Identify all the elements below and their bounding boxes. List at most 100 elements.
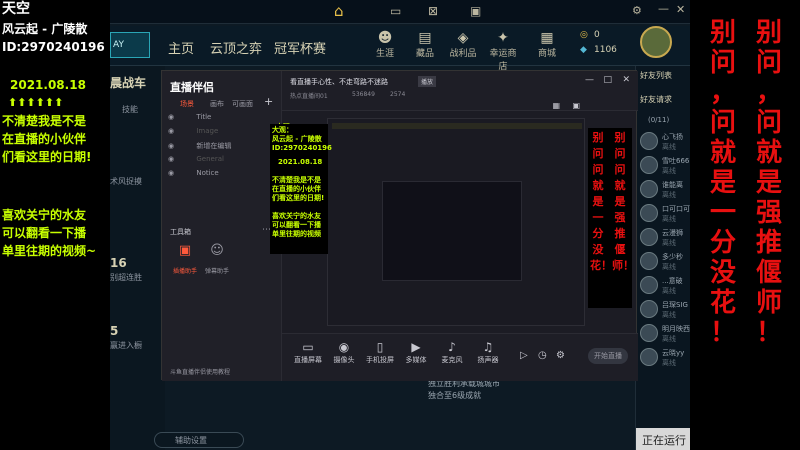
friends-header: 好友列表 bbox=[640, 71, 672, 80]
friend-avatar bbox=[640, 228, 658, 246]
left-num-1: 16 bbox=[110, 256, 127, 270]
video-icon[interactable]: ▣ bbox=[470, 4, 481, 18]
scene-item[interactable]: ◉ Title bbox=[168, 113, 276, 127]
tab-scenes[interactable]: 场景 bbox=[180, 99, 194, 109]
rp-amount: 0 bbox=[594, 30, 600, 40]
layout-icon[interactable]: ▦ bbox=[552, 101, 560, 110]
friend-name: 心飞扬 bbox=[662, 133, 683, 141]
left-text-overlay: 天空 风云起 - 广陵散 ID:2970240196 2021.08.18 ⬆⬆… bbox=[0, 0, 110, 450]
scene-item[interactable]: ◉ Notice bbox=[168, 169, 276, 183]
start-stream-button[interactable]: 开始直播 bbox=[588, 348, 628, 364]
friend-row[interactable]: ...意破 离线 bbox=[640, 276, 690, 298]
left-num-2: 5 bbox=[110, 324, 119, 338]
scene-item[interactable]: ◉ General bbox=[168, 155, 276, 169]
red-char: 分 bbox=[709, 228, 736, 258]
eye-icon: ◉ bbox=[168, 142, 175, 150]
grid-icon[interactable]: ▣ bbox=[572, 101, 580, 110]
friend-row[interactable]: 吕琛SIG 离线 bbox=[640, 300, 690, 322]
tab-sources[interactable]: 可画面 bbox=[232, 99, 253, 109]
inner-line-8: 喜欢关宁的水友 bbox=[272, 212, 321, 220]
friend-row[interactable]: 谁能离 离线 bbox=[640, 180, 690, 202]
inner-gold-bar bbox=[332, 123, 582, 129]
settings-icon[interactable]: ⚙ bbox=[556, 350, 565, 361]
stream-meta-2: 536849 bbox=[352, 91, 375, 98]
tool-screen[interactable]: ▭ 直播屏幕 bbox=[290, 340, 326, 365]
red-char: 问 bbox=[709, 48, 736, 78]
friend-name: 多少秒 bbox=[662, 253, 683, 261]
friend-name: 云漫狮 bbox=[662, 229, 683, 237]
left-note-3: 赢进入橱 bbox=[110, 341, 142, 350]
friend-avatar bbox=[640, 204, 658, 222]
assist-settings-button[interactable]: 辅助设置 bbox=[154, 432, 244, 448]
microphone-icon: ♪ bbox=[448, 340, 456, 354]
bottom-text-2: 独合至6级成就 bbox=[428, 391, 482, 400]
gift-icon[interactable]: ⊠ bbox=[428, 4, 438, 18]
lucky-shop-icon: ✦ bbox=[497, 30, 509, 46]
nav-tft[interactable]: 云顶之弈 bbox=[210, 38, 262, 57]
nav-lucky-shop[interactable]: ✦ 幸运商店 bbox=[488, 30, 518, 72]
nav-home[interactable]: 主页 bbox=[168, 38, 194, 57]
minimize-icon[interactable]: — bbox=[585, 75, 594, 85]
inbox-icon[interactable]: ▭ bbox=[390, 4, 401, 18]
add-scene-icon[interactable]: + bbox=[264, 95, 273, 108]
friend-row[interactable]: 口可口可 离线 bbox=[640, 204, 690, 226]
mode-title: 晨战车 bbox=[110, 76, 147, 90]
tool-camera[interactable]: ◉ 摄像头 bbox=[326, 340, 362, 365]
tool-danmu[interactable]: ☺ 弹幕助手 bbox=[202, 243, 232, 277]
scene-item[interactable]: ◉ Image bbox=[168, 127, 276, 141]
loot-icon: ◈ bbox=[457, 30, 469, 46]
friend-row[interactable]: 云晓yy 离线 bbox=[640, 348, 690, 370]
scene-item[interactable]: ◉ 新增在编辑 bbox=[168, 141, 276, 155]
tool-media[interactable]: ▶ 多媒体 bbox=[398, 340, 434, 365]
nav-store[interactable]: ▦ 商城 bbox=[532, 30, 562, 59]
friend-status: 离线 bbox=[662, 143, 676, 151]
tool-mic[interactable]: ♪ 麦克风 bbox=[434, 340, 470, 365]
friend-name: 明月映西 bbox=[662, 325, 690, 333]
inner-red-col-1: 别问问就是一分没花！ bbox=[590, 131, 612, 272]
tab-canvas[interactable]: 画布 bbox=[210, 99, 224, 109]
nav-loot[interactable]: ◈ 战利品 bbox=[448, 30, 478, 59]
red-char: 问 bbox=[755, 108, 782, 138]
play-button-edge[interactable]: AY bbox=[110, 32, 150, 58]
stream-title: 看直播手心性、不走弯路不迷路 bbox=[290, 78, 388, 86]
friend-row[interactable]: 雪吐666 离线 bbox=[640, 156, 690, 178]
home-icon[interactable]: ⌂ bbox=[334, 2, 344, 20]
record-icon[interactable]: ▷ bbox=[520, 350, 528, 361]
nav-collection[interactable]: ▤ 藏品 bbox=[410, 30, 440, 59]
timer-icon[interactable]: ◷ bbox=[538, 350, 547, 361]
tool-speaker[interactable]: ♫ 扬声器 bbox=[470, 340, 506, 365]
friend-avatar bbox=[640, 252, 658, 270]
friend-row[interactable]: 多少秒 离线 bbox=[640, 252, 690, 274]
friend-row[interactable]: 心飞扬 离线 bbox=[640, 132, 690, 154]
red-char: ！ bbox=[755, 318, 782, 348]
tool-insert[interactable]: ▣ 插播助手 bbox=[170, 243, 200, 277]
running-status: 正在运行 bbox=[636, 428, 690, 450]
stream-preview: 大观： bbox=[276, 118, 585, 326]
stream-badge[interactable]: 播放 bbox=[418, 76, 437, 87]
friend-row[interactable]: 云漫狮 离线 bbox=[640, 228, 690, 250]
insert-icon: ▣ bbox=[178, 243, 192, 258]
media-icon: ▶ bbox=[411, 340, 421, 354]
friend-row[interactable]: 明月映西 离线 bbox=[640, 324, 690, 346]
settings-icon[interactable]: ⚙ bbox=[632, 4, 642, 17]
friends-requests[interactable]: 好友请求 bbox=[640, 94, 672, 105]
friend-avatar bbox=[640, 156, 658, 174]
inner-line-5: 不清楚我是不是 bbox=[272, 176, 321, 184]
friend-status: 离线 bbox=[662, 359, 676, 367]
maximize-icon[interactable]: □ bbox=[603, 75, 612, 85]
minimize-icon[interactable]: — bbox=[658, 2, 669, 15]
nav-profile[interactable]: ☻ 生涯 bbox=[370, 30, 400, 59]
inner-left-overlay: 大观： 风云起 - 广陵散 ID:2970240196 2021.08.18 不… bbox=[270, 124, 332, 254]
footer-note[interactable]: 斗鱼直播伴侣使用教程 bbox=[170, 367, 230, 376]
tool-phone[interactable]: ▯ 手机投屏 bbox=[362, 340, 398, 365]
nav-clash[interactable]: 冠军杯赛 bbox=[274, 38, 326, 57]
red-char: 推 bbox=[755, 228, 782, 258]
skills-label: 技能 bbox=[122, 105, 138, 114]
close-icon[interactable]: ✕ bbox=[622, 75, 630, 85]
close-icon[interactable]: ✕ bbox=[676, 3, 685, 16]
danmu-icon: ☺ bbox=[210, 243, 224, 258]
overlay-msg-5: 可以翻看一下播 bbox=[2, 226, 87, 240]
avatar[interactable] bbox=[640, 26, 672, 58]
friend-name: 云晓yy bbox=[662, 349, 685, 357]
friend-status: 离线 bbox=[662, 287, 676, 295]
